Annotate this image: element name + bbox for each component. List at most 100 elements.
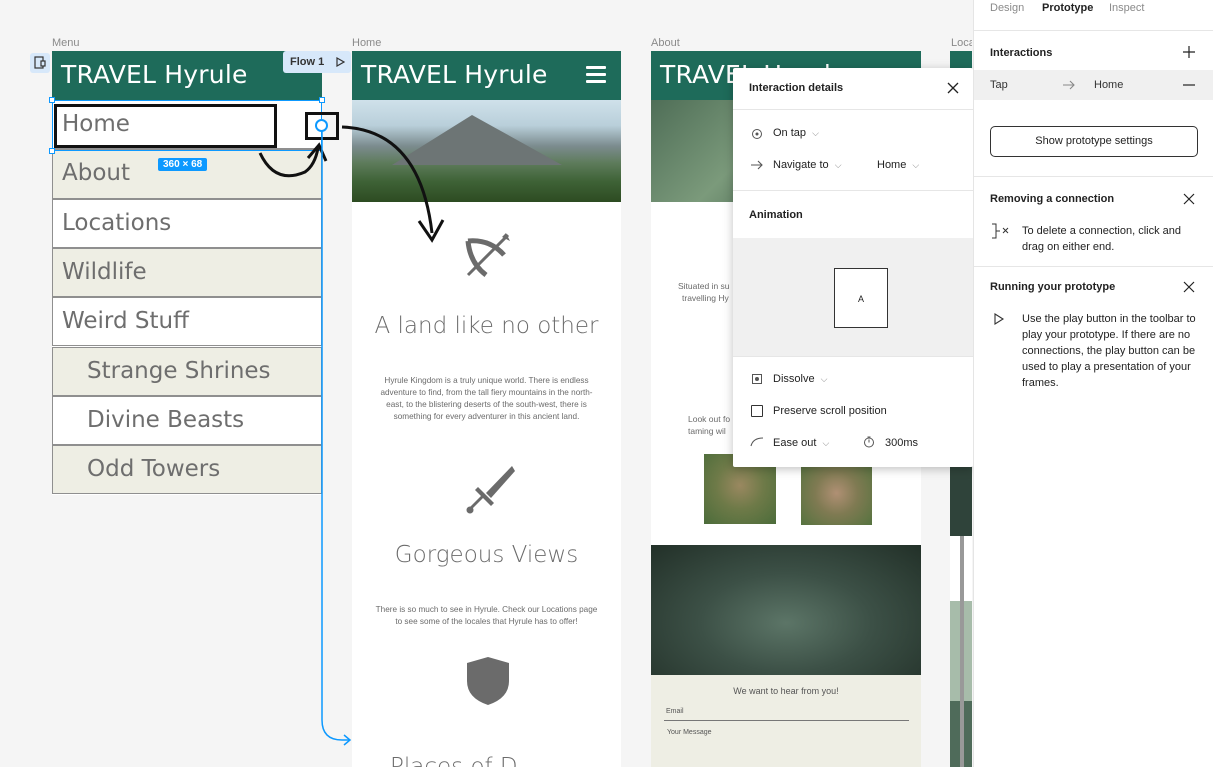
section-title-3: Places of D [390,754,518,767]
disconnect-icon [992,223,1009,239]
flow-starting-point[interactable]: Flow 1 [283,51,351,73]
easing-value: Ease out [773,437,817,449]
section-text-1: Hyrule Kingdom is a truly unique world. … [380,376,593,421]
menu-item-about[interactable]: About [52,149,322,199]
divider [733,190,973,191]
animation-type-dropdown[interactable]: Dissolve ⌵ [773,373,827,385]
trigger-dropdown[interactable]: On tap ⌵ [773,127,819,139]
divider [974,266,1213,267]
play-icon[interactable] [336,57,345,67]
easing-curve-icon [750,437,764,447]
add-icon[interactable] [1182,45,1196,59]
animation-heading: Animation [749,209,803,221]
resize-handle-tr[interactable] [319,97,325,103]
flow-label: Flow 1 [290,56,325,68]
menu-item-wildlife[interactable]: Wildlife [52,247,322,298]
animation-preview: A [733,238,973,356]
play-icon [994,313,1005,325]
running-prototype-text: Use the play button in the toolbar to pl… [1022,313,1196,389]
contact-section: We want to hear from you! Email Your Mes… [651,675,921,767]
cave-image [651,545,921,675]
action-dropdown[interactable]: Navigate to ⌵ [773,159,842,171]
interaction-trigger: Tap [990,79,1008,91]
show-prototype-settings-button[interactable]: Show prototype settings [990,126,1198,157]
close-icon[interactable] [1182,192,1196,206]
preserve-scroll-checkbox[interactable] [751,405,763,417]
home-frame[interactable]: TRAVEL Hyrule A land like no other Hyrul… [352,51,621,767]
contact-heading: We want to hear from you! [733,686,839,696]
message-placeholder[interactable]: Your Message [667,729,712,736]
about-text-partial-3: Look out fo [688,414,731,424]
chevron-down-icon: ⌵ [812,128,819,138]
trigger-value: On tap [773,127,807,139]
arrow-right-icon [1063,80,1075,90]
easing-dropdown[interactable]: Ease out ⌵ [773,437,829,449]
chevron-down-icon: ⌵ [820,374,828,384]
brand-title: TRAVEL Hyrule [61,60,248,89]
sword-icon [466,466,515,514]
prototype-connection-line [321,131,350,741]
section-title-2: Gorgeous Views [394,542,579,568]
destination-dropdown[interactable]: Home ⌵ [877,159,919,171]
shield-icon [467,657,509,705]
menu-item-weird-stuff[interactable]: Weird Stuff [52,297,322,347]
section-text-2: There is so much to see in Hyrule. Check… [375,605,598,626]
menu-item-strange-shrines[interactable]: Strange Shrines [52,346,322,396]
menu-item-locations[interactable]: Locations [52,198,322,248]
interaction-target: Home [1094,79,1124,91]
preview-frame: A [834,268,888,328]
frame-label-about[interactable]: About [651,37,680,49]
close-icon[interactable] [945,80,961,96]
removing-connection-text: To delete a connection, click and drag o… [1022,225,1181,253]
properties-panel: Design Prototype Inspect Interactions Ta… [973,0,1213,767]
character-image-2 [801,467,872,525]
resize-handle-bl[interactable] [49,148,55,154]
email-placeholder: Email [666,708,684,715]
bow-icon [465,233,510,277]
annotation-box-home [54,104,277,148]
frame-label-locations[interactable]: Loca [951,37,972,49]
size-badge: 360 × 68 [158,158,208,171]
interactions-heading: Interactions [990,47,1053,59]
action-value: Navigate to [773,159,829,171]
removing-connection-heading: Removing a connection [990,193,1115,205]
tap-trigger-icon [752,129,762,139]
divider [974,176,1213,177]
preserve-scroll-label: Preserve scroll position [773,405,887,417]
about-text-partial-2: travelling Hy [682,293,729,303]
section-title-1: A land like no other [374,313,599,339]
connection-node[interactable] [315,119,328,132]
tab-inspect[interactable]: Inspect [1109,2,1144,14]
menu-header: TRAVEL Hyrule [52,51,322,100]
home-header: TRAVEL Hyrule [352,51,621,100]
interaction-details-popup[interactable]: Interaction details On tap ⌵ Navigate to… [733,68,973,467]
hero-image [352,100,621,202]
dissolve-icon [752,374,762,384]
tab-prototype[interactable]: Prototype [1042,2,1093,14]
chevron-down-icon: ⌵ [822,438,830,448]
hamburger-menu-icon[interactable] [586,66,606,84]
divider [974,30,1213,31]
about-text-partial-1: Situated in su [678,281,730,291]
arrow-right-icon [751,160,763,170]
divider [733,356,973,357]
frame-label-home[interactable]: Home [352,37,381,49]
timer-icon [864,436,874,448]
popup-title: Interaction details [749,82,844,94]
duration-input[interactable]: 300ms [885,437,918,449]
frame-label-menu[interactable]: Menu [52,37,80,49]
about-text-partial-4: taming wil [688,426,726,436]
chevron-down-icon: ⌵ [834,160,842,170]
tab-design[interactable]: Design [990,2,1024,14]
running-prototype-heading: Running your prototype [990,281,1116,293]
close-icon[interactable] [1182,280,1196,294]
animation-type-value: Dissolve [773,373,815,385]
menu-item-divine-beasts[interactable]: Divine Beasts [52,395,322,446]
chevron-down-icon: ⌵ [912,160,920,170]
component-icon[interactable] [30,53,50,73]
remove-icon[interactable] [1182,79,1196,91]
email-field[interactable]: Email [664,701,909,721]
resize-handle-tl[interactable] [49,97,55,103]
interaction-row[interactable]: Tap Home [974,70,1213,100]
menu-item-odd-towers[interactable]: Odd Towers [52,445,322,495]
